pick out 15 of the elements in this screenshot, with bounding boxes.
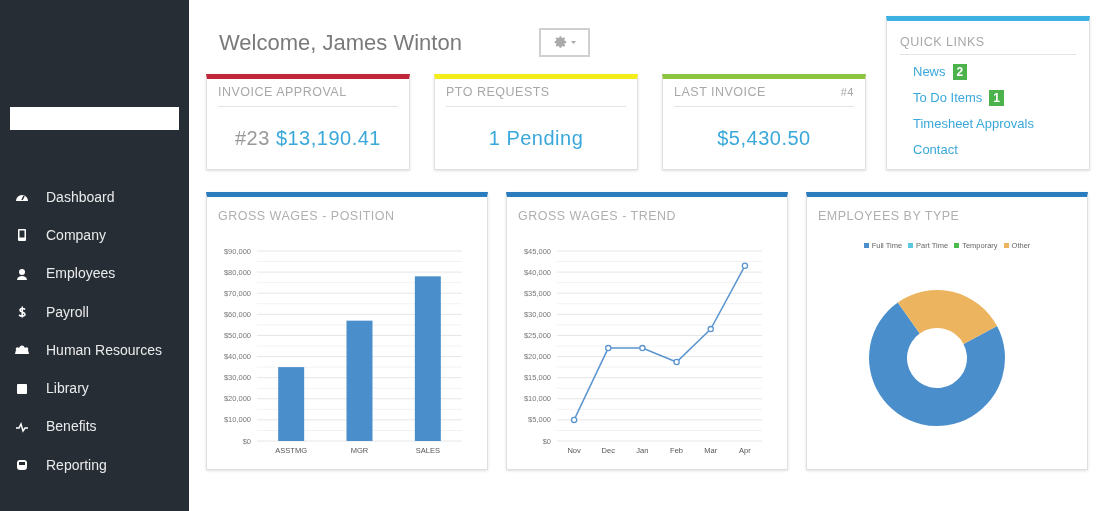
chart-title: GROSS WAGES - POSITION [217,208,396,225]
card-value: $5,430.50 [717,126,811,151]
count-badge: 2 [952,63,968,80]
card-title: INVOICE APPROVAL [218,84,347,102]
panel-title: QUICK LINKS [900,33,1076,55]
invoice-number: #4 [840,85,854,101]
card-value: $13,190.41 [275,126,381,151]
welcome-heading: Welcome, James Winton [219,28,463,57]
count-badge: 1 [989,89,1005,106]
chart-title: EMPLOYEES BY TYPE [817,208,961,225]
card-title: LAST INVOICE [674,84,766,102]
chart-title: GROSS WAGES - TREND [517,208,678,225]
card-title: PTO REQUESTS [446,84,550,102]
invoice-number: #23 [235,126,270,151]
card-value: 1 Pending [488,126,584,151]
